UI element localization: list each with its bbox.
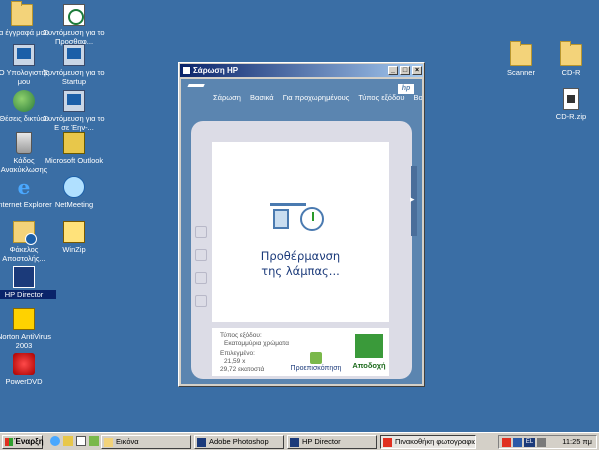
photoshop-icon: [197, 438, 206, 447]
document-icon: [273, 209, 289, 229]
tab-advanced[interactable]: Για προχωρημένους: [283, 93, 350, 102]
preview-button[interactable]: Προεπισκόπηση: [288, 352, 344, 372]
speaker-icon[interactable]: [537, 438, 546, 447]
output-type-label: Τύπος εξόδου:: [220, 332, 262, 339]
maximize-button[interactable]: □: [400, 66, 410, 75]
windows-flag-icon: [5, 438, 13, 446]
desktop-icon-shortcut-startup[interactable]: Συντόμευση για το Startup: [42, 44, 106, 86]
tray-icon-1[interactable]: [502, 438, 511, 447]
selected-label: Επιλεγμένο:: [220, 350, 255, 357]
ie-icon: e: [17, 175, 31, 199]
pen-icon: [270, 203, 306, 206]
recycle-bin-icon: [16, 132, 32, 154]
desktop-icon-hp-director[interactable]: HP Director: [0, 266, 56, 299]
tab-basic[interactable]: Βασικά: [250, 93, 274, 102]
preview-icon: [310, 352, 322, 364]
preview-area[interactable]: Προθέρμανση της λάμπας...: [212, 142, 389, 322]
gallery-icon: [383, 438, 392, 447]
tab-scan[interactable]: Σάρωση: [213, 93, 241, 102]
powerdvd-icon: [13, 353, 35, 375]
computer-icon: [13, 44, 35, 66]
netmeeting-icon: [63, 176, 85, 198]
share-folder-icon: [13, 221, 37, 245]
clock-icon: [300, 207, 324, 231]
tab-help[interactable]: Βοή: [414, 93, 422, 102]
hp-tabs: Σάρωση Βασικά Για προχωρημένους Τύπος εξ…: [213, 93, 422, 102]
folder-icon: [510, 41, 532, 66]
outlook-icon: [63, 132, 85, 154]
hp-icon: [13, 266, 35, 288]
norton-icon: [13, 308, 35, 330]
resize-tool-icon[interactable]: [195, 249, 207, 261]
desktop-icon-netmeeting[interactable]: NetMeeting: [42, 176, 106, 209]
minimize-button[interactable]: _: [388, 66, 398, 75]
info-panel: Τύπος εξόδου: Εκατομμύρια χρώματα Επιλεγ…: [212, 328, 389, 376]
close-button[interactable]: ×: [412, 66, 422, 75]
task-photoshop[interactable]: Adobe Photoshop: [194, 435, 284, 449]
desktop-icon-norton[interactable]: Norton AntiVirus 2003: [0, 308, 56, 350]
hp-scan-window: Σάρωση HP _ □ × hp Σάρωση Βασικά Για προ…: [178, 62, 425, 387]
hp-icon: [290, 438, 299, 447]
crop-tool-icon[interactable]: [195, 295, 207, 307]
show-desktop-icon[interactable]: [76, 436, 86, 446]
task-photo-gallery[interactable]: Πινακοθήκη φωτογραφιώ...: [380, 435, 476, 449]
folder-icon: [11, 1, 33, 26]
folder-icon: [104, 438, 113, 447]
zoom-tool-icon[interactable]: [195, 272, 207, 284]
folder-icon: [560, 41, 582, 66]
task-hp-director[interactable]: HP Director: [287, 435, 377, 449]
shortcut-icon: [63, 44, 85, 66]
warmup-illustration: [270, 203, 334, 231]
task-eikona[interactable]: Εικόνα: [101, 435, 191, 449]
rotate-tool-icon[interactable]: [195, 226, 207, 238]
desktop-icon-cd-r[interactable]: CD-R: [539, 41, 599, 77]
selected-height: 29,72 εκατοστά: [220, 366, 265, 373]
hp-client-area: hp Σάρωση Βασικά Για προχωρημένους Τύπος…: [181, 79, 422, 384]
tab-output-type[interactable]: Τύπος εξόδου: [358, 93, 404, 102]
desktop-icon-shortcut-proshthaf[interactable]: Συντόμευση για το Προσθαφ...: [42, 4, 106, 46]
clock[interactable]: 11:25 πμ: [562, 436, 592, 448]
warmup-message: Προθέρμανση της λάμπας...: [260, 249, 341, 278]
globe-icon: [13, 90, 35, 112]
output-type-value: Εκατομμύρια χρώματα: [224, 340, 290, 347]
hp-menu-bar: hp Σάρωση Βασικά Για προχωρημένους Τύπος…: [181, 79, 422, 105]
quicklaunch-app-icon[interactable]: [89, 436, 99, 446]
sync-icon: [63, 4, 85, 26]
scan-panel: Προθέρμανση της λάμπας... Τύπος εξόδου: …: [191, 121, 417, 379]
expand-side-tab[interactable]: [410, 166, 417, 236]
title-bar[interactable]: Σάρωση HP _ □ ×: [180, 64, 423, 77]
desktop-icon-cd-r-zip[interactable]: CD-R.zip: [539, 88, 599, 121]
quicklaunch-outlook-icon[interactable]: [63, 436, 73, 446]
selected-width: 21,59 x: [224, 358, 246, 365]
start-button[interactable]: Έναρξη: [2, 435, 44, 449]
quicklaunch-ie-icon[interactable]: [50, 436, 60, 446]
desktop-icon-shortcut-e[interactable]: Συντόμευση για το Ε σε Έην-...: [42, 90, 106, 132]
desktop-icon-outlook[interactable]: Microsoft Outlook: [42, 132, 106, 165]
accept-button[interactable]: Αποδοχή: [351, 330, 387, 374]
app-icon: [182, 66, 191, 75]
window-title: Σάρωση HP: [193, 66, 239, 75]
taskbar: Έναρξη Εικόνα Adobe Photoshop HP Directo…: [0, 432, 599, 450]
accept-icon: [353, 332, 385, 360]
zip-file-icon: [563, 88, 579, 110]
scan-arrow-icon: [183, 84, 205, 96]
tray-icon-2[interactable]: [513, 438, 522, 447]
system-tray: EL 11:25 πμ: [498, 435, 597, 449]
desktop-icon-winzip[interactable]: WinZip: [42, 221, 106, 254]
drive-icon: [63, 90, 85, 112]
desktop-icon-powerdvd[interactable]: PowerDVD: [0, 353, 56, 386]
language-indicator[interactable]: EL: [524, 438, 535, 447]
winzip-icon: [63, 221, 85, 243]
